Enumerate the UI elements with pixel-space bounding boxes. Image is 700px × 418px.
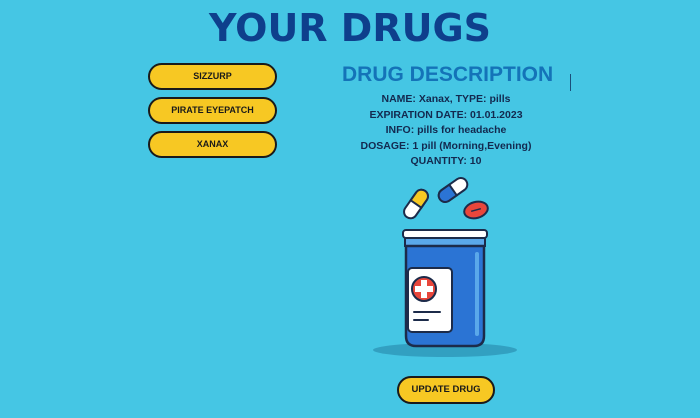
- drug-button-sizzurp[interactable]: SIZZURP: [148, 63, 277, 90]
- pill-bottle-icon: [370, 176, 520, 358]
- description-quantity: QUANTITY: 10: [410, 155, 482, 168]
- update-drug-button[interactable]: UPDATE DRUG: [397, 376, 495, 404]
- description-info: INFO: pills for headache: [385, 124, 507, 137]
- page-title: YOUR DRUGS: [208, 6, 492, 50]
- text-cursor: [570, 74, 571, 91]
- drug-description: NAME: Xanax, TYPE: pills EXPIRATION DATE…: [335, 92, 557, 170]
- description-expiration-date: EXPIRATION DATE: 01.01.2023: [369, 108, 523, 121]
- drug-button-xanax[interactable]: XANAX: [148, 131, 277, 158]
- drug-list: SIZZURP PIRATE EYEPATCH XANAX: [148, 63, 278, 165]
- description-dosage: DOSAGE: 1 pill (Morning,Evening): [360, 139, 532, 152]
- description-name-type: NAME: Xanax, TYPE: pills: [381, 93, 511, 105]
- description-heading: DRUG DESCRIPTION: [342, 63, 554, 86]
- drugs-page: YOUR DRUGS SIZZURP PIRATE EYEPATCH XANAX…: [0, 0, 700, 418]
- drug-button-pirate-eyepatch[interactable]: PIRATE EYEPATCH: [148, 97, 277, 124]
